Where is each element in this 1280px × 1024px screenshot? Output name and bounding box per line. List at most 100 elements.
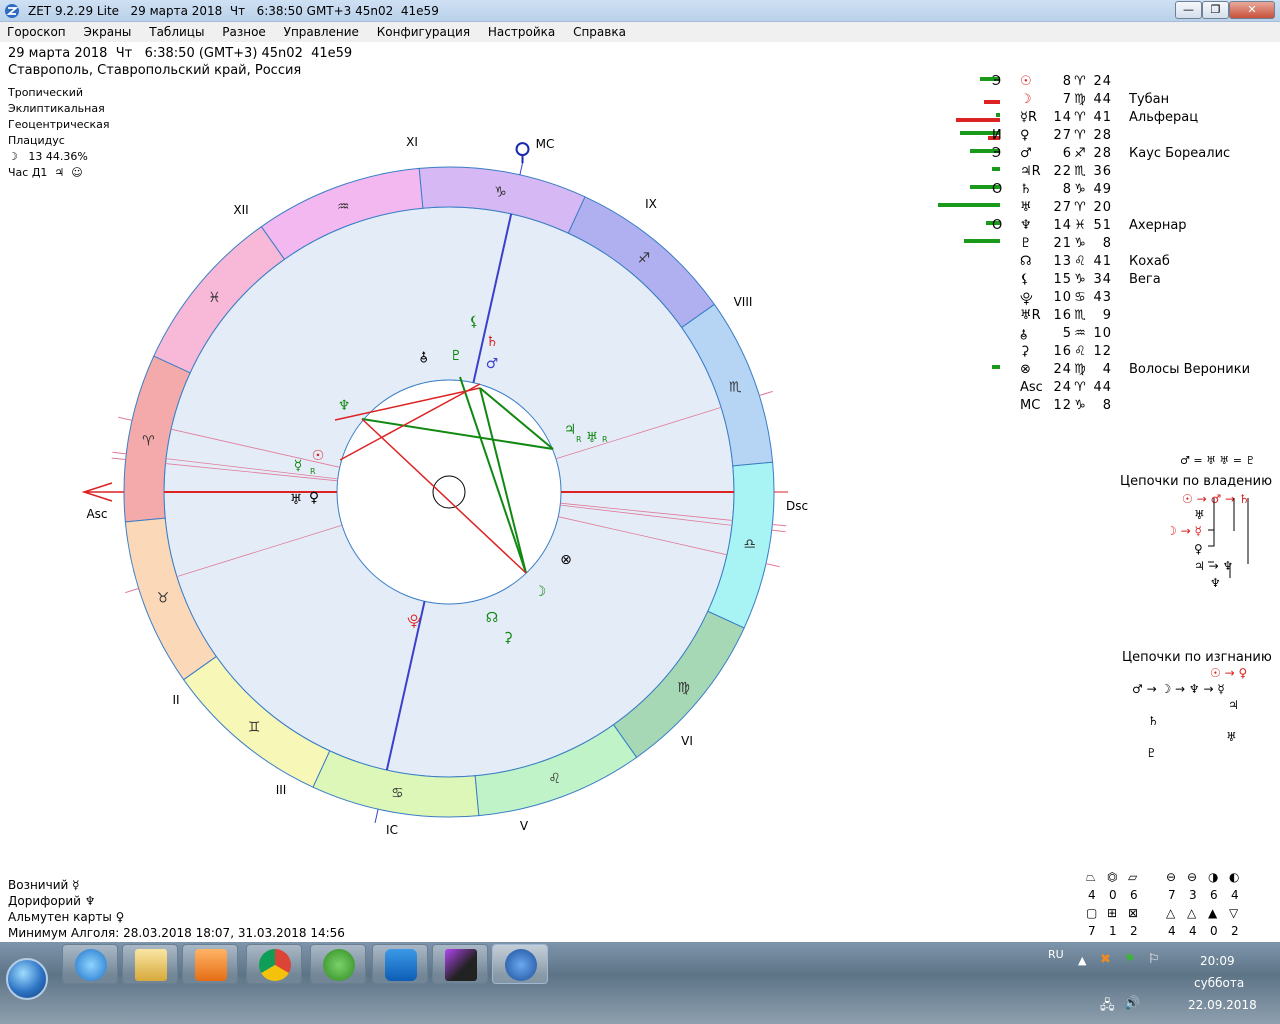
planet-sign: ♈ (1074, 200, 1086, 215)
planet-glyph[interactable]: ⊗ (560, 552, 572, 568)
tray-app-icon[interactable]: ✖ (1100, 952, 1111, 967)
planet-glyph[interactable]: ☊ (486, 610, 498, 626)
chrome-icon (259, 949, 291, 981)
planet-row[interactable]: ⊗ 24 ♍ 4 Волосы Вероники (930, 362, 1270, 380)
planet-row[interactable]: ⯓ 10 ♋ 43 (930, 290, 1270, 308)
chart-bottom-info: Возничий ☿ Дорифорий ♆ Альмутен карты ♀ … (8, 878, 345, 942)
planet-glyph[interactable]: ♆ (338, 398, 351, 414)
media-player-icon (195, 949, 227, 981)
planet-row[interactable]: И ♀ 27 ♈ 28 (930, 128, 1270, 146)
planet-glyph[interactable]: ☽ (534, 584, 547, 600)
menu-tables[interactable]: Таблицы (142, 22, 211, 39)
taskbar-zet[interactable] (492, 944, 548, 984)
planet-glyph[interactable]: ♀ (309, 490, 319, 506)
rulership-chains-panel: ♂ = ♅ ♅ = ♇ Цепочки по владению ☉ → ♂ → … (1100, 446, 1272, 766)
volume-icon[interactable]: 🔊 (1124, 996, 1140, 1011)
planet-glyph[interactable]: ⚸ (469, 314, 479, 330)
exile-chain-4: ♄ (1148, 714, 1159, 728)
clock-day[interactable]: суббота (1194, 976, 1244, 990)
language-indicator[interactable]: RU (1048, 948, 1064, 961)
taskbar-media[interactable] (182, 944, 238, 984)
aspect-symbol: ⏢ (1086, 870, 1096, 884)
planet-glyph[interactable]: ♂ (486, 356, 499, 372)
zodiac-sign-glyph: ♊ (248, 720, 261, 736)
planet-glyph[interactable]: ☿ (294, 458, 303, 474)
planet-row[interactable]: ⚸ 15 ♑ 34 Вега (930, 272, 1270, 290)
taskbar-ie[interactable] (62, 944, 118, 984)
menu-misc[interactable]: Разное (215, 22, 273, 39)
planet-glyph[interactable]: ☉ (312, 448, 325, 464)
maximize-button[interactable]: ❐ (1202, 1, 1229, 19)
close-button[interactable]: ✕ (1229, 1, 1275, 19)
planet-row[interactable]: MC 12 ♑ 8 (930, 398, 1270, 416)
menu-screens[interactable]: Экраны (76, 22, 138, 39)
aspect-count: 6 (1130, 888, 1138, 902)
strength-bar-green (996, 113, 1000, 117)
house-label: VIII (734, 295, 753, 309)
planet-row[interactable]: Asc 24 ♈ 44 (930, 380, 1270, 398)
planet-row[interactable]: ⚳ 16 ♌ 12 (930, 344, 1270, 362)
house-label: Asc (86, 507, 107, 521)
start-button[interactable] (6, 958, 48, 1000)
strength-bar-green (938, 203, 1000, 207)
aspect-count: 1 (1109, 924, 1117, 938)
planet-glyph[interactable]: ⯗ (420, 350, 428, 366)
planet-minute: 34 (1093, 272, 1112, 287)
menu-horoscope[interactable]: Гороскоп (0, 22, 73, 39)
menu-bar: Гороскоп Экраны Таблицы Разное Управлени… (0, 22, 1280, 42)
menu-help[interactable]: Справка (566, 22, 633, 39)
aspect-count: 3 (1189, 888, 1197, 902)
natal-chart-wheel[interactable]: ♈♉♊♋♌♍♎♏♐♑♒♓ ☉☿♅ ♀♆♇♄♂⚸♃ ♅☽⊗☊⚳⯓⯗RR R AscIII… (0, 42, 900, 842)
planet-glyph[interactable]: ♄ (486, 334, 499, 350)
chart-almuten: Альмутен карты ♀ (8, 910, 125, 924)
taskbar-explorer[interactable] (122, 944, 178, 984)
house-cusp-tick (112, 451, 127, 455)
network-icon[interactable]: 🖧 (1100, 996, 1115, 1018)
menu-control[interactable]: Управление (277, 22, 366, 39)
planet-row[interactable]: Э ♂ 6 ♐ 28 Каус Бореалис (930, 146, 1270, 164)
minimize-button[interactable]: — (1175, 1, 1202, 19)
menu-settings[interactable]: Настройка (481, 22, 562, 39)
planet-glyph[interactable]: ♇ (450, 348, 463, 364)
planet-glyph[interactable]: ♃ (564, 422, 577, 438)
planet-sign: ♏ (1074, 164, 1086, 179)
planet-row[interactable]: О ♄ 8 ♑ 49 (930, 182, 1270, 200)
planet-dignity: Э (992, 74, 1002, 89)
planet-row[interactable]: Э ☉ 8 ♈ 24 (930, 74, 1270, 92)
aspect-symbol: △ (1187, 906, 1197, 920)
planet-minute: 49 (1093, 182, 1112, 197)
planet-row[interactable]: ☿R 14 ♈ 41 Альферац (930, 110, 1270, 128)
planet-sign: ♑ (1074, 272, 1086, 287)
planet-glyph[interactable]: ⚳ (503, 630, 513, 646)
planet-row[interactable]: ♇ 21 ♑ 8 (930, 236, 1270, 254)
tray-flag-icon[interactable]: ⚑ (1124, 952, 1136, 967)
planet-row[interactable]: ♅R 16 ♏ 9 (930, 308, 1270, 326)
planet-row[interactable]: О ♆ 14 ♓ 51 Ахернар (930, 218, 1270, 236)
zodiac-sign-glyph: ♌ (548, 771, 561, 787)
planet-glyph[interactable]: ⯓ (407, 614, 421, 630)
action-center-icon[interactable]: ⚐ (1148, 952, 1160, 967)
taskbar-utorrent[interactable] (310, 944, 366, 984)
planet-sign: ♑ (1074, 236, 1086, 251)
planet-row[interactable]: ☊ 13 ♌ 41 Кохаб (930, 254, 1270, 272)
planet-row[interactable]: ⯗ 5 ♒ 10 (930, 326, 1270, 344)
clock-date[interactable]: 22.09.2018 (1188, 998, 1257, 1012)
show-hidden-icons[interactable]: ▲ (1078, 954, 1086, 967)
planet-degree: 8 (1062, 182, 1072, 197)
planet-minute: 36 (1093, 164, 1112, 179)
planet-row[interactable]: ♅ 27 ♈ 20 (930, 200, 1270, 218)
menu-configuration[interactable]: Конфигурация (370, 22, 477, 39)
planet-row[interactable]: ♃R 22 ♏ 36 (930, 164, 1270, 182)
planet-glyph[interactable]: ♅ (290, 492, 303, 508)
window-title: ZET 9.2.29 Lite 29 марта 2018 Чт 6:38:50… (28, 4, 439, 18)
planet-row[interactable]: ☽ 7 ♍ 44 Тубан (930, 92, 1270, 110)
house-label: IC (386, 823, 398, 837)
taskbar-teamviewer[interactable] (372, 944, 428, 984)
taskbar-phpstorm[interactable] (432, 944, 488, 984)
planet-glyph[interactable]: ♅ (586, 430, 599, 446)
aspect-count: 2 (1130, 924, 1138, 938)
aspect-count: 0 (1109, 888, 1117, 902)
fixed-star: Альферац (1129, 110, 1199, 125)
clock-time[interactable]: 20:09 (1200, 954, 1235, 968)
taskbar-chrome[interactable] (246, 944, 302, 984)
